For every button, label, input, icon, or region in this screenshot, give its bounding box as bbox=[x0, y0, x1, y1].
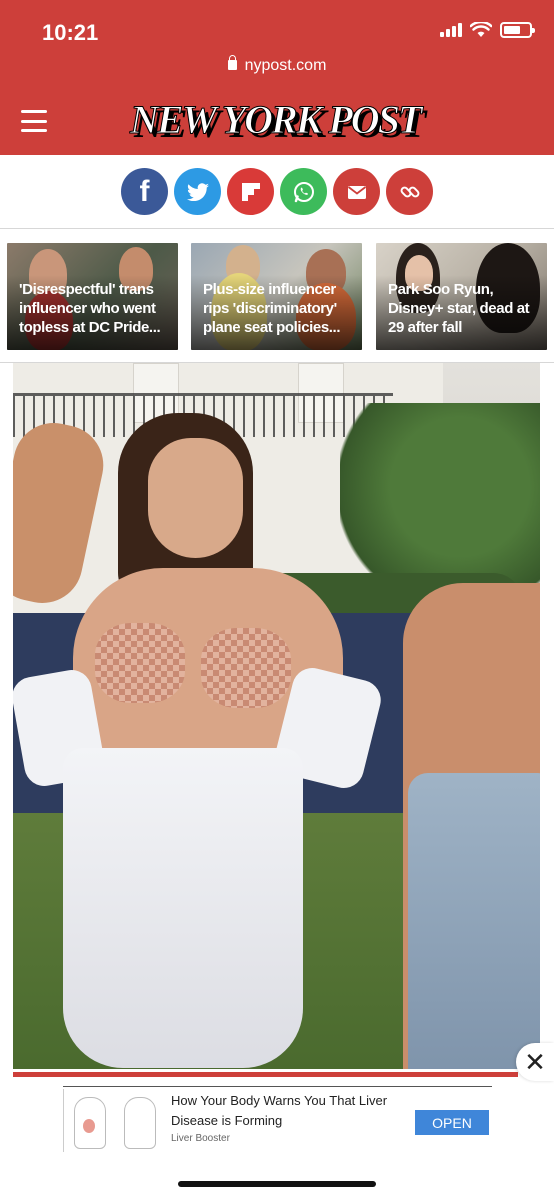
story-card[interactable]: 'Disrespectful' trans influencer who wen… bbox=[7, 243, 178, 350]
close-icon: ✕ bbox=[524, 1046, 546, 1077]
censor-blur bbox=[201, 628, 291, 708]
cellular-signal-icon bbox=[440, 23, 462, 37]
share-bar: f bbox=[0, 155, 554, 229]
story-caption: Plus-size influencer rips 'discriminator… bbox=[203, 281, 341, 336]
ad-banner[interactable]: How Your Body Warns You That Liver Disea… bbox=[63, 1086, 492, 1153]
whatsapp-share-button[interactable] bbox=[280, 168, 327, 215]
story-caption: 'Disrespectful' trans influencer who wen… bbox=[19, 281, 161, 336]
whatsapp-icon bbox=[293, 181, 314, 202]
header: 10:21 nypost.com NEW YORK POST NEW YORK … bbox=[0, 0, 554, 155]
image-divider bbox=[13, 1072, 518, 1077]
lock-icon bbox=[227, 55, 237, 70]
ad-source: Liver Booster bbox=[171, 1133, 230, 1144]
flipboard-share-button[interactable] bbox=[227, 168, 274, 215]
address-bar[interactable]: nypost.com bbox=[0, 55, 554, 75]
ad-title: How Your Body Warns You That Liver Disea… bbox=[171, 1093, 388, 1128]
home-indicator[interactable] bbox=[178, 1181, 376, 1187]
flipboard-icon bbox=[241, 182, 260, 201]
menu-button[interactable] bbox=[21, 110, 47, 132]
facebook-share-button[interactable]: f bbox=[121, 168, 168, 215]
copy-link-button[interactable] bbox=[386, 168, 433, 215]
twitter-icon bbox=[186, 182, 209, 201]
close-ad-button[interactable]: ✕ bbox=[516, 1043, 554, 1081]
facebook-icon: f bbox=[139, 174, 150, 208]
story-card[interactable]: Park Soo Ryun, Disney+ star, dead at 29 … bbox=[376, 243, 547, 350]
status-time: 10:21 bbox=[42, 20, 99, 45]
story-card[interactable]: Plus-size influencer rips 'discriminator… bbox=[191, 243, 362, 350]
story-caption: Park Soo Ryun, Disney+ star, dead at 29 … bbox=[388, 281, 530, 336]
ad-open-button[interactable]: OPEN bbox=[415, 1110, 489, 1135]
new-york-post-logo[interactable]: NEW YORK POST NEW YORK POST bbox=[129, 96, 426, 147]
wifi-icon bbox=[470, 22, 492, 37]
censor-blur bbox=[95, 623, 185, 703]
email-icon bbox=[347, 185, 366, 199]
battery-icon bbox=[500, 22, 535, 38]
article-image[interactable] bbox=[13, 363, 540, 1069]
email-share-button[interactable] bbox=[333, 168, 380, 215]
url-text: nypost.com bbox=[244, 57, 327, 74]
twitter-share-button[interactable] bbox=[174, 168, 221, 215]
ad-image bbox=[63, 1089, 165, 1152]
status-icons bbox=[440, 22, 535, 38]
link-icon bbox=[400, 186, 419, 197]
related-stories: 'Disrespectful' trans influencer who wen… bbox=[0, 230, 554, 363]
